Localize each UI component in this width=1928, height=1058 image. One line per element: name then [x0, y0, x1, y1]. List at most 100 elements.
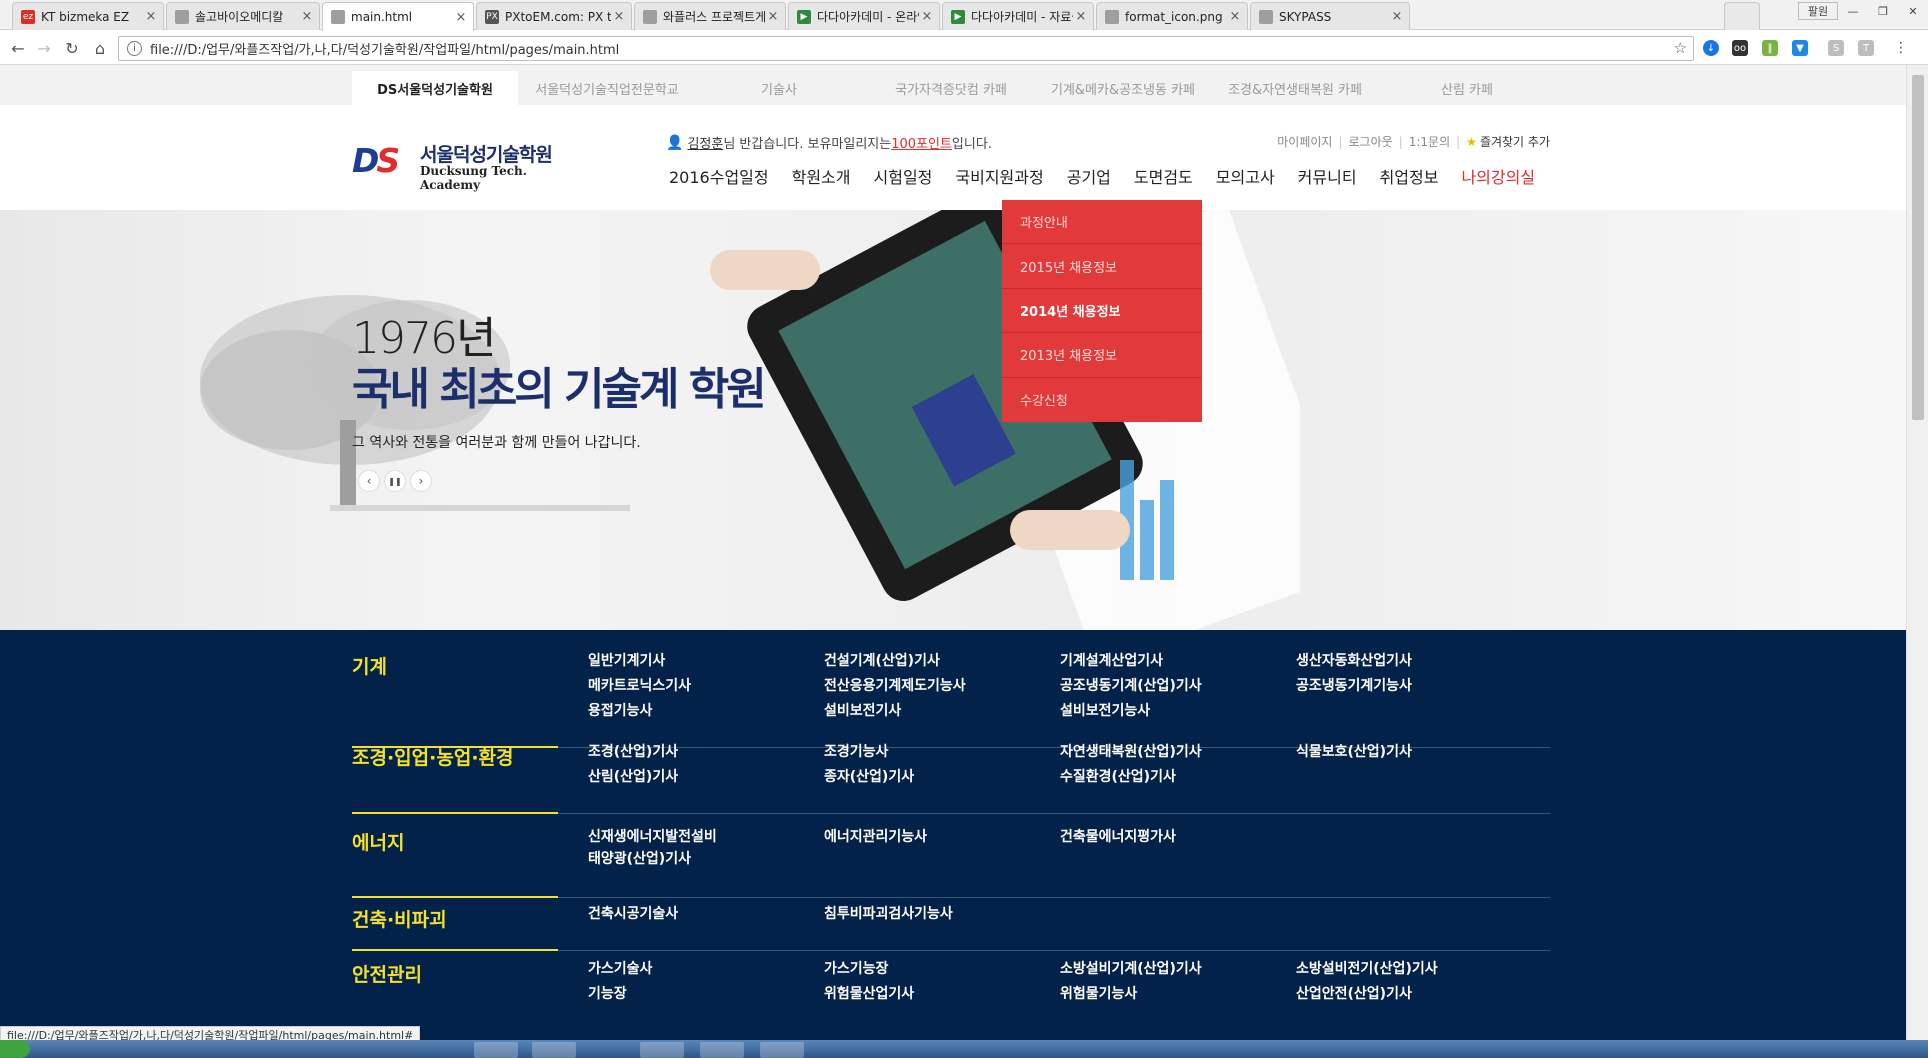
tab-close-icon[interactable]: × [1227, 9, 1243, 24]
start-button[interactable] [0, 1040, 30, 1058]
course-link[interactable]: 가스기술사 [588, 958, 652, 980]
nav-item[interactable]: 학원소개 [792, 164, 851, 188]
site-tab[interactable]: 기술사 [696, 71, 862, 105]
site-logo[interactable]: DS 서울덕성기술학원 Ducksung Tech. Academy [352, 137, 572, 192]
user-name-link[interactable]: 김정훈 [687, 133, 723, 152]
extension-t-icon[interactable]: T [1858, 40, 1874, 56]
site-tab[interactable]: DS서울덕성기술학원 [352, 71, 518, 105]
page-scrollbar[interactable] [1906, 65, 1928, 1040]
forward-button[interactable]: → [32, 36, 56, 60]
course-link[interactable]: 건축물에너지평가사 [1060, 826, 1176, 848]
tab-close-icon[interactable]: × [765, 9, 781, 24]
course-link[interactable]: 공조냉동기계(산업)기사 [1060, 675, 1202, 697]
tab-close-icon[interactable]: × [611, 9, 627, 24]
course-link[interactable]: 위험물산업기사 [824, 983, 914, 1005]
course-link[interactable]: 일반기계기사 [588, 650, 665, 672]
course-link[interactable]: 위험물기능사 [1060, 983, 1137, 1005]
tab-close-icon[interactable]: × [919, 9, 935, 24]
reload-button[interactable]: ↻ [60, 36, 84, 60]
nav-item[interactable]: 국비지원과정 [955, 164, 1043, 188]
course-link[interactable]: 공조냉동기계기능사 [1296, 675, 1412, 697]
mypage-link[interactable]: 마이페이지 [1277, 133, 1332, 150]
nav-item[interactable]: 취업정보 [1380, 164, 1439, 188]
close-window-button[interactable]: ✕ [1898, 0, 1928, 22]
extension-ladder-icon[interactable]: ‖ [1762, 40, 1778, 56]
back-button[interactable]: ← [6, 36, 30, 60]
tab-close-icon[interactable]: × [299, 9, 315, 24]
nav-item[interactable]: 나의강의실 [1461, 164, 1535, 188]
site-tab[interactable]: 국가자격증닷컴 카페 [868, 71, 1034, 105]
course-link[interactable]: 소방설비기계(산업)기사 [1060, 958, 1202, 980]
dropdown-item[interactable]: 과정안내 [1002, 200, 1202, 245]
nav-item[interactable]: 도면검도 [1134, 164, 1193, 188]
course-link[interactable]: 산림(산업)기사 [588, 766, 678, 788]
taskbar-item[interactable] [760, 1042, 804, 1058]
browser-tab[interactable]: 와플러스 프로젝트게시판× [634, 2, 786, 30]
browser-tab[interactable]: ▶ 다다아카데미 - 자료실 × [942, 2, 1094, 30]
course-link[interactable]: 신재생에너지발전설비 태양광(산업)기사 [588, 826, 717, 870]
nav-item[interactable]: 공기업 [1067, 164, 1111, 208]
course-link[interactable]: 종자(산업)기사 [824, 766, 914, 788]
category-title[interactable]: 기계 [352, 652, 558, 679]
browser-tab[interactable]: SKYPASS × [1250, 2, 1410, 30]
tab-close-icon[interactable]: × [143, 9, 159, 24]
site-tab[interactable]: 조경&자연생태복원 카페 [1212, 71, 1378, 105]
inquiry-link[interactable]: 1:1문의 [1409, 133, 1450, 150]
bookmark-star-icon[interactable]: ☆ [1674, 39, 1687, 57]
course-link[interactable]: 에너지관리기능사 [824, 826, 927, 848]
tab-close-icon[interactable]: × [1073, 9, 1089, 24]
new-tab-button[interactable] [1724, 2, 1760, 30]
dropdown-item[interactable]: 2015년 채용정보 [1002, 244, 1202, 289]
tab-close-icon[interactable]: × [453, 10, 469, 25]
extension-glasses-icon[interactable]: oo [1732, 40, 1748, 56]
hero-pause-button[interactable]: ❚❚ [384, 470, 406, 492]
course-link[interactable]: 메카트로닉스기사 [588, 675, 691, 697]
category-title[interactable]: 안전관리 [352, 960, 558, 987]
site-tab[interactable]: 서울덕성기술직업전문학교 [524, 71, 690, 105]
browser-tab[interactable]: main.html × [322, 2, 474, 31]
home-button[interactable]: ⌂ [88, 36, 112, 60]
nav-item[interactable]: 시험일정 [874, 164, 933, 188]
course-link[interactable]: 가스기능장 [824, 958, 888, 980]
dropdown-item[interactable]: 2014년 채용정보 [1002, 289, 1202, 334]
menu-icon[interactable]: ⋮ [1893, 40, 1909, 56]
course-link[interactable]: 조경(산업)기사 [588, 741, 678, 763]
logout-link[interactable]: 로그아웃 [1349, 133, 1393, 150]
category-title[interactable]: 조경·입업·농업·환경 [352, 743, 558, 770]
course-link[interactable]: 용접기능사 [588, 700, 652, 722]
course-link[interactable]: 건설기계(산업)기사 [824, 650, 940, 672]
nav-item[interactable]: 2016수업일정 [669, 164, 769, 188]
browser-tab[interactable]: 솔고바이오메디칼 × [166, 2, 320, 30]
course-link[interactable]: 침투비파괴검사기능사 [824, 903, 953, 925]
nav-item[interactable]: 모의고사 [1216, 164, 1275, 188]
site-tab[interactable]: 산림 카페 [1384, 71, 1550, 105]
tab-close-icon[interactable]: × [1389, 9, 1405, 24]
nav-item[interactable]: 커뮤니티 [1298, 164, 1357, 188]
site-tab[interactable]: 기계&메카&공조냉동 카페 [1040, 71, 1206, 105]
course-link[interactable]: 식물보호(산업)기사 [1296, 741, 1412, 763]
add-favorite-link[interactable]: 즐겨찾기 추가 [1480, 133, 1550, 150]
taskbar-item[interactable] [640, 1042, 684, 1058]
extension-save-icon[interactable]: ▼ [1792, 40, 1808, 56]
course-link[interactable]: 전산응용기계제도기능사 [824, 675, 966, 697]
browser-tab[interactable]: format_icon.png (220×× [1096, 2, 1248, 30]
maximize-button[interactable]: ❐ [1868, 0, 1898, 22]
dropdown-item[interactable]: 수강신청 [1002, 378, 1202, 422]
address-bar[interactable]: i file:///D:/업무/와플즈작업/가,나,다/덕성기술학원/작업파일/… [118, 36, 1694, 61]
course-link[interactable]: 설비보전기능사 [1060, 700, 1150, 722]
taskbar-item[interactable] [532, 1042, 576, 1058]
course-link[interactable]: 조경기능사 [824, 741, 888, 763]
browser-tab[interactable]: ez KT bizmeka EZ × [12, 2, 164, 30]
points-link[interactable]: 100포인트 [891, 133, 952, 152]
course-link[interactable]: 자연생태복원(산업)기사 [1060, 741, 1202, 763]
page-info-icon[interactable]: i [127, 41, 142, 56]
course-link[interactable]: 수질환경(산업)기사 [1060, 766, 1176, 788]
category-title[interactable]: 에너지 [352, 828, 558, 855]
dropdown-item[interactable]: 2013년 채용정보 [1002, 333, 1202, 378]
profile-button[interactable]: 팔원 [1798, 2, 1838, 20]
hero-next-button[interactable]: › [410, 470, 432, 492]
browser-tab[interactable]: ▶ 다다아카데미 - 온라인 × [788, 2, 940, 30]
course-link[interactable]: 설비보전기사 [824, 700, 901, 722]
extension-s-icon[interactable]: S [1828, 40, 1844, 56]
browser-tab[interactable]: PX PXtoEM.com: PX to EM× [476, 2, 632, 30]
